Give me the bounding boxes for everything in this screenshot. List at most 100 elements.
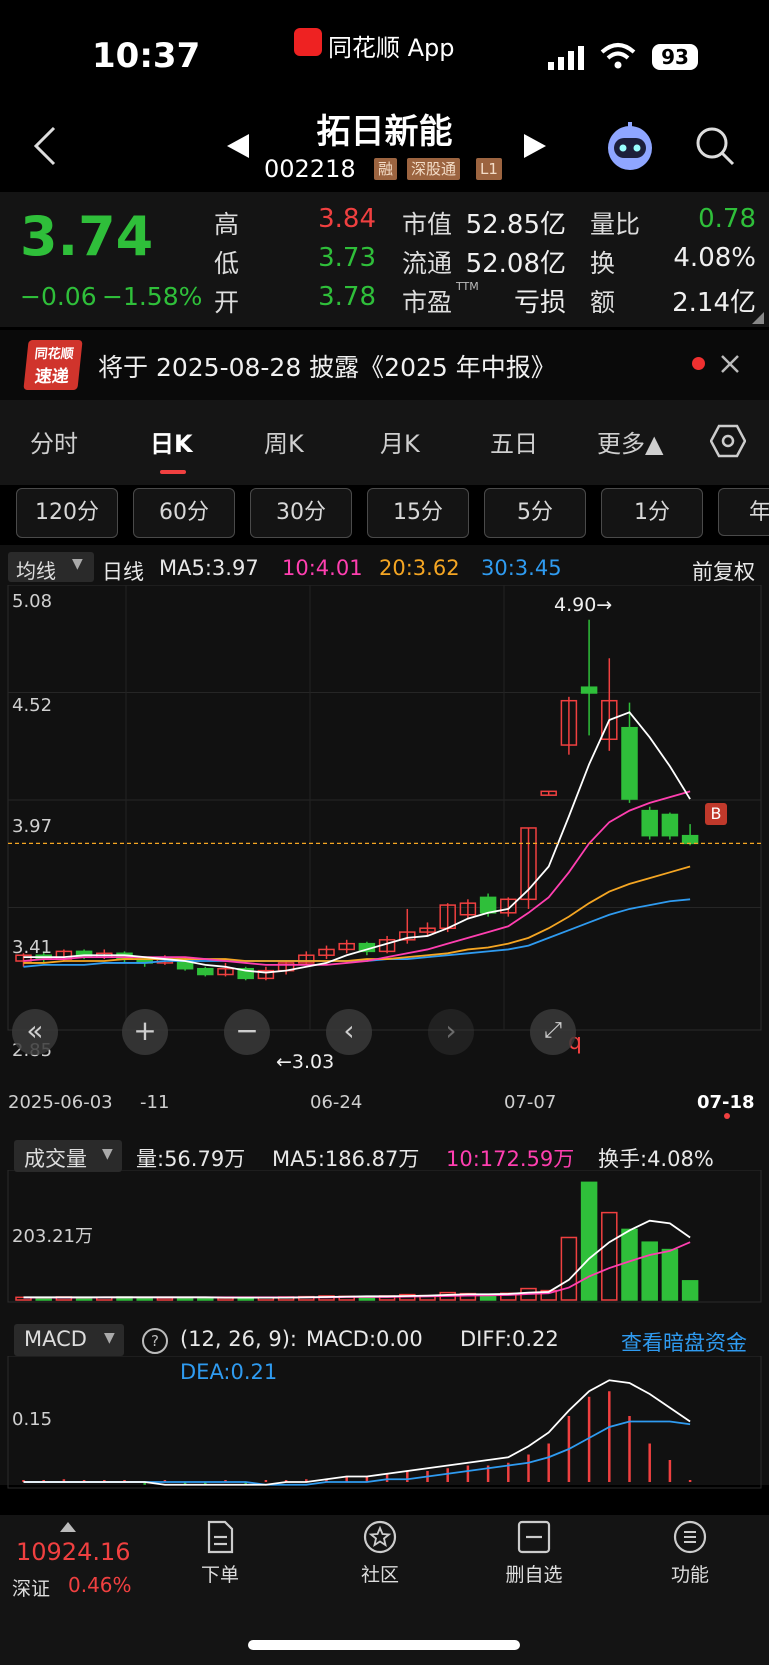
price-change: −0.06: [20, 282, 97, 311]
unread-dot: [692, 357, 705, 370]
pe-value: 亏损: [513, 288, 566, 318]
amount-value: 2.14亿: [672, 288, 756, 318]
pe-label: 市盈: [402, 288, 453, 317]
scroll-left-button[interactable]: ‹: [326, 1009, 372, 1055]
period-30min[interactable]: 30分: [250, 488, 352, 538]
nav-functions[interactable]: 功能: [630, 1520, 750, 1587]
index-name: 深证: [12, 1578, 51, 1600]
zoom-in-button[interactable]: +: [122, 1009, 168, 1055]
candle-body: [661, 813, 679, 837]
robot-assistant-icon[interactable]: [604, 120, 656, 172]
ma10-line: [23, 790, 691, 966]
float-value: 52.08亿: [465, 249, 566, 279]
ma20-legend: 20:3.62: [379, 556, 460, 580]
volume-ratio-label: 量比: [590, 210, 641, 239]
ma-selector[interactable]: 均线 ▼: [8, 552, 94, 583]
rewind-button[interactable]: «: [12, 1009, 58, 1055]
chevron-down-icon: ▼: [72, 556, 83, 572]
period-1min[interactable]: 1分: [601, 488, 703, 538]
period-15min[interactable]: 15分: [367, 488, 469, 538]
mcap-label: 市值: [402, 210, 453, 239]
candle-body: [681, 834, 699, 845]
candle-body: [479, 896, 497, 914]
float-label: 流通: [402, 249, 453, 278]
tag-margin: 融: [374, 158, 398, 180]
kline-chart[interactable]: [0, 585, 769, 1085]
low-value: 3.73: [318, 243, 376, 273]
y-label-1: 5.08: [12, 591, 53, 612]
notice-logo: 同花顺 速递: [23, 340, 83, 390]
low-marker: ←3.03: [276, 1051, 335, 1073]
macd-selector-label: MACD: [24, 1327, 87, 1351]
x-label-1: 2025-06-03: [8, 1092, 113, 1113]
search-icon[interactable]: [694, 125, 736, 167]
volume-ratio-value: 0.78: [698, 204, 756, 234]
macd-chart[interactable]: [0, 1356, 769, 1490]
ma10-legend: 10:4.01: [282, 556, 363, 580]
volume-chart[interactable]: [0, 1170, 769, 1304]
period-120min[interactable]: 120分: [16, 488, 118, 538]
index-value[interactable]: 10924.16: [16, 1538, 131, 1566]
macd-value: MACD:0.00: [306, 1327, 423, 1351]
today-dot: [724, 1113, 730, 1119]
nav-order[interactable]: 下单: [160, 1520, 280, 1587]
help-icon[interactable]: ?: [142, 1328, 168, 1354]
nav-order-label: 下单: [200, 1564, 239, 1586]
y-label-4: 3.41: [12, 937, 53, 958]
adjust-toggle[interactable]: 前复权: [692, 556, 755, 586]
index-pct: 0.46%: [68, 1573, 132, 1597]
nav-community[interactable]: 社区: [320, 1520, 440, 1587]
signal-icon: [548, 46, 584, 70]
diff-value: DIFF:0.22: [460, 1327, 559, 1351]
settings-hex-icon[interactable]: [710, 424, 746, 458]
tab-five-day[interactable]: 五日: [490, 424, 538, 459]
next-stock-icon[interactable]: [522, 132, 548, 160]
nav-remove-watchlist[interactable]: 删自选: [474, 1520, 594, 1587]
high-label: 高: [214, 210, 240, 239]
ma-selector-label: 均线: [16, 559, 56, 583]
wifi-icon: [600, 43, 636, 69]
fullscreen-button[interactable]: ⤢: [530, 1009, 576, 1055]
nav-functions-label: 功能: [670, 1564, 709, 1586]
tab-more[interactable]: 更多▲: [597, 424, 663, 459]
tab-intraday[interactable]: 分时: [30, 424, 78, 459]
high-marker: 4.90→: [554, 594, 613, 616]
tab-monthly-k[interactable]: 月K: [380, 424, 420, 459]
notice-logo-bottom: 速递: [33, 367, 70, 387]
amount-label: 额: [590, 288, 616, 317]
period-5min[interactable]: 5分: [484, 488, 586, 538]
clock: 10:37: [92, 36, 201, 76]
ma5-legend: MA5:3.97: [159, 556, 259, 580]
ma20-line: [23, 865, 691, 964]
tag-connect: 深股通: [407, 158, 461, 180]
tab-daily-k[interactable]: 日K: [150, 424, 193, 459]
x-label-3: 06-24: [310, 1092, 363, 1113]
period-year[interactable]: 年: [718, 488, 769, 536]
period-60min[interactable]: 60分: [133, 488, 235, 538]
home-indicator: [248, 1640, 520, 1650]
tab-active-indicator: [160, 470, 186, 474]
close-icon[interactable]: [720, 354, 740, 374]
x-label-5: 07-18: [697, 1092, 755, 1113]
volume-bar: [580, 1181, 598, 1301]
x-label-2: -11: [140, 1092, 170, 1113]
volume-selector[interactable]: 成交量 ▼: [14, 1140, 122, 1172]
order-icon: [207, 1520, 234, 1554]
turnover-value: 4.08%: [673, 243, 756, 273]
tag-level: L1: [476, 158, 502, 180]
scroll-right-button[interactable]: ›: [428, 1009, 474, 1055]
buy-marker[interactable]: B: [705, 803, 727, 825]
low-label: 低: [214, 249, 240, 278]
macd-selector[interactable]: MACD ▼: [14, 1324, 124, 1356]
candle-body: [621, 726, 638, 800]
tab-weekly-k[interactable]: 周K: [264, 424, 304, 459]
expand-up-icon[interactable]: [60, 1520, 76, 1532]
volume-bar: [156, 1297, 174, 1301]
mcap-value: 52.85亿: [465, 210, 566, 240]
zoom-out-button[interactable]: −: [224, 1009, 270, 1055]
volume-ma10: 10:172.59万: [446, 1147, 575, 1171]
volume-bar: [601, 1211, 618, 1301]
volume-ma5: MA5:186.87万: [272, 1147, 420, 1171]
dark-pool-link[interactable]: 查看暗盘资金: [621, 1327, 747, 1357]
corner-expand-icon[interactable]: [752, 312, 764, 324]
